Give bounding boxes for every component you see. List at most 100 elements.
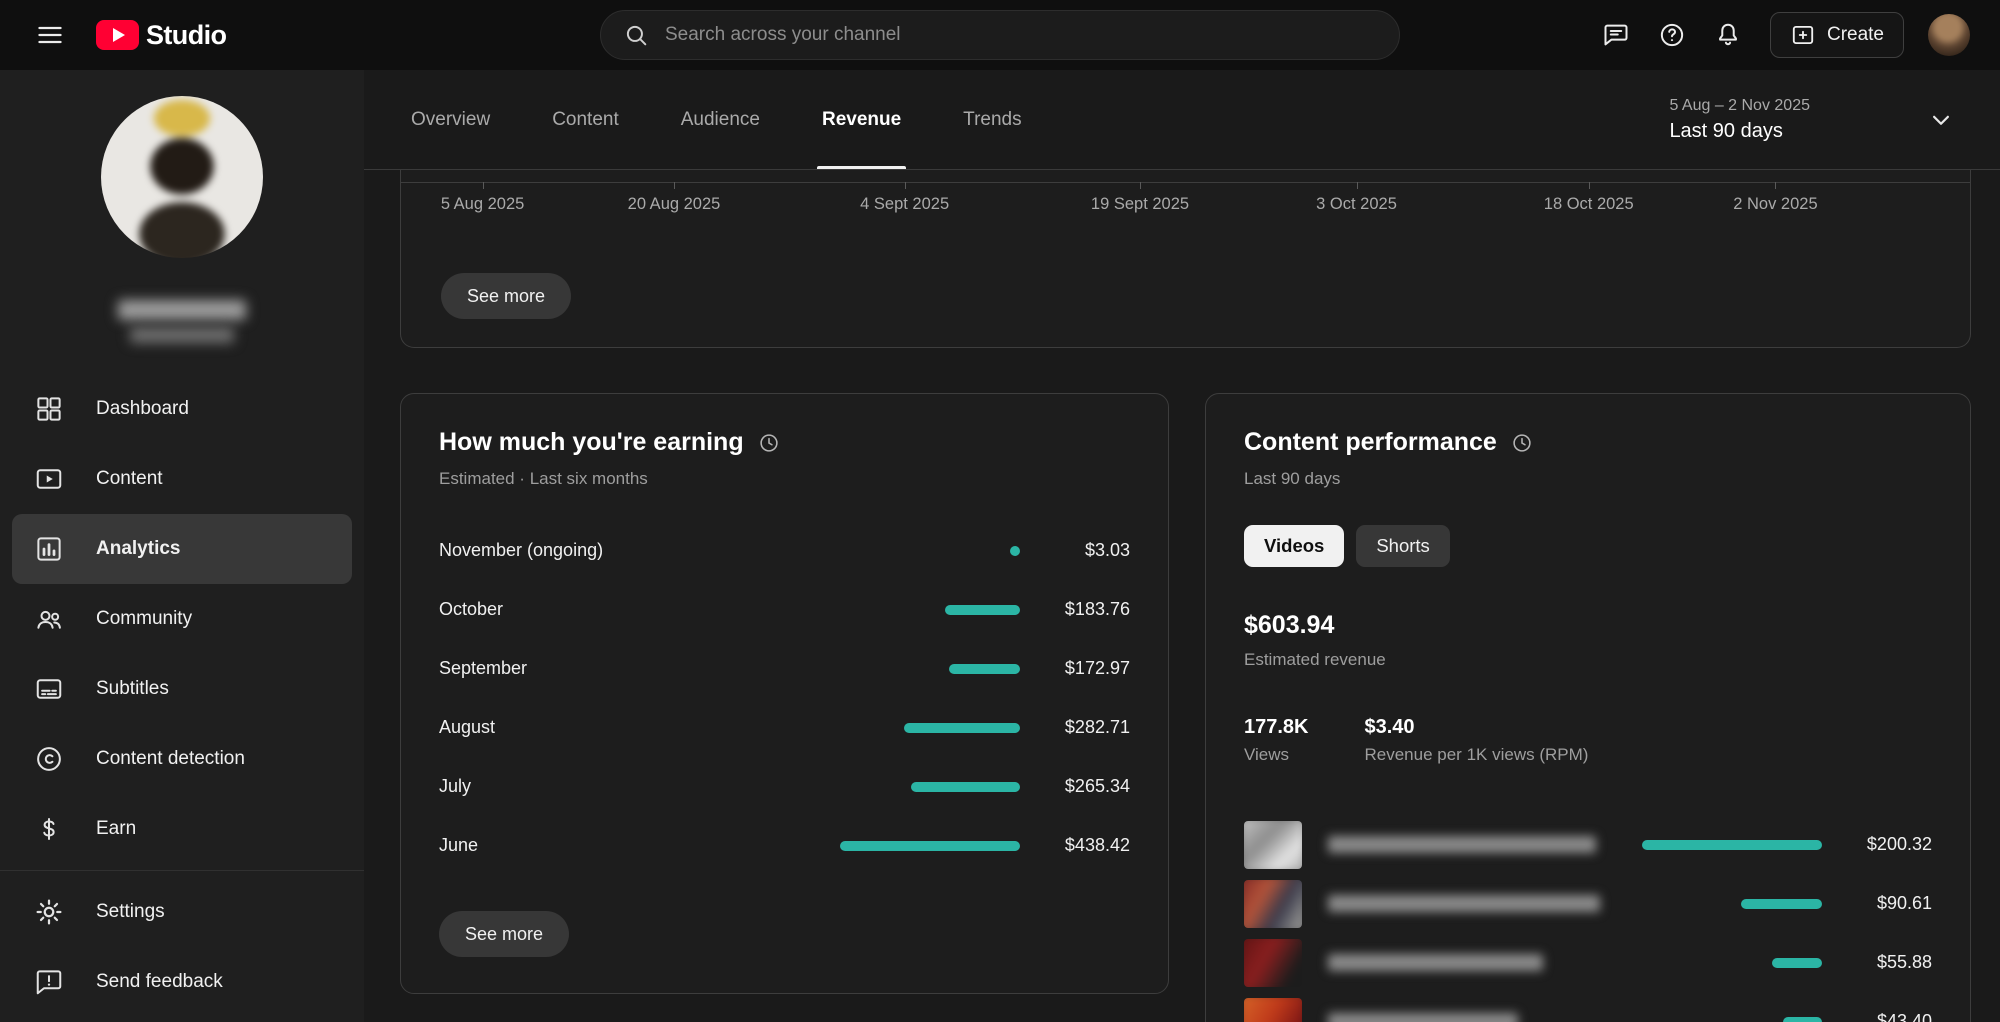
month-label: July [439,776,471,797]
toggle-videos-button[interactable]: Videos [1244,525,1344,567]
sidebar-item-send-feedback[interactable]: Send feedback [12,947,352,1017]
rpm-value: $3.40 [1365,716,1589,739]
axis-tick [1589,182,1590,189]
analytics-icon [34,534,64,564]
sidebar-item-community[interactable]: Community [12,584,352,654]
video-revenue-value: $43.40 [1836,1011,1932,1022]
rpm-label: Revenue per 1K views (RPM) [1365,745,1589,765]
views-stat: 177.8K Views [1244,716,1309,765]
content-icon [34,464,64,494]
see-more-button[interactable]: See more [439,911,569,957]
performance-card-subtitle: Last 90 days [1244,469,1932,489]
sidebar-item-content-detection[interactable]: Content detection [12,724,352,794]
views-value: 177.8K [1244,716,1309,739]
create-button[interactable]: Create [1770,12,1904,58]
bar-track [1642,958,1822,968]
sidebar-item-settings[interactable]: Settings [12,877,352,947]
feedback-bubble-icon[interactable] [1594,13,1638,57]
dashboard-icon [34,394,64,424]
estimated-revenue-label: Estimated revenue [1244,650,1932,670]
studio-logo-text: Studio [146,20,226,51]
see-more-button[interactable]: See more [441,273,571,319]
tab-trends[interactable]: Trends [963,70,1021,169]
video-title-redacted [1328,895,1600,912]
bar-track [840,605,1020,615]
hamburger-menu-icon[interactable] [28,13,72,57]
bar-track [840,723,1020,733]
earnings-bar [904,723,1020,733]
toggle-shorts-button[interactable]: Shorts [1356,525,1449,567]
video-row[interactable]: $200.32 [1244,815,1932,874]
x-axis-label: 19 Sept 2025 [1091,195,1189,214]
video-row[interactable]: $55.88 [1244,933,1932,992]
month-label: October [439,599,503,620]
tab-revenue[interactable]: Revenue [822,70,901,169]
account-avatar[interactable] [1928,14,1970,56]
youtube-studio-analytics-page: { "colors": { "accent": "#2bb5a5", "bran… [0,0,2000,1022]
sidebar-item-earn[interactable]: Earn [12,794,352,864]
video-revenue-value: $90.61 [1836,893,1932,914]
sidebar-item-content[interactable]: Content [12,444,352,514]
month-label: June [439,835,478,856]
performance-card-title: Content performance [1244,428,1497,457]
sidebar-item-subtitles[interactable]: Subtitles [12,654,352,724]
earnings-bar [840,841,1020,851]
studio-logo[interactable]: Studio [96,20,226,51]
earnings-row: July $265.34 [439,757,1130,816]
sidebar-nav: Dashboard Content Analytics [0,374,364,1017]
channel-avatar[interactable] [101,96,263,258]
x-axis-label: 3 Oct 2025 [1316,195,1397,214]
topbar-actions: Create [1594,12,2000,58]
earnings-card-title: How much you're earning [439,428,744,457]
search-input[interactable] [665,24,1377,46]
earnings-row: June $438.42 [439,816,1130,875]
notifications-bell-icon[interactable] [1706,13,1750,57]
date-preset-text: Last 90 days [1669,120,1810,143]
tab-content[interactable]: Content [552,70,619,169]
video-row[interactable]: $90.61 [1244,874,1932,933]
sidebar-item-dashboard[interactable]: Dashboard [12,374,352,444]
bar-track [840,841,1020,851]
sidebar-item-label: Subtitles [96,678,169,700]
sidebar-divider [0,870,364,871]
videos-shorts-toggle: Videos Shorts [1244,525,1932,567]
month-label: November (ongoing) [439,540,603,561]
revenue-chart-card: 5 Aug 2025 20 Aug 2025 4 Sept 2025 19 Se… [400,170,1971,348]
earnings-row: October $183.76 [439,580,1130,639]
video-revenue-bar [1642,840,1822,850]
earnings-value: $183.76 [1034,599,1130,620]
x-axis-label: 2 Nov 2025 [1733,195,1817,214]
earnings-row: September $172.97 [439,639,1130,698]
video-title-redacted [1328,1013,1518,1022]
sidebar-item-analytics[interactable]: Analytics [12,514,352,584]
earnings-row: August $282.71 [439,698,1130,757]
earnings-row: November (ongoing) $3.03 [439,521,1130,580]
video-title-redacted [1328,836,1596,853]
date-range-picker[interactable]: 5 Aug – 2 Nov 2025 Last 90 days [1669,97,1810,143]
video-thumbnail [1244,821,1302,869]
sidebar-item-label: Community [96,608,192,630]
dollar-icon [34,814,64,844]
sidebar-item-label: Earn [96,818,136,840]
earnings-value: $172.97 [1034,658,1130,679]
rpm-stat: $3.40 Revenue per 1K views (RPM) [1365,716,1589,765]
chart-x-axis [401,182,1970,183]
tab-audience[interactable]: Audience [681,70,760,169]
sidebar-item-label: Settings [96,901,165,923]
earnings-bar [945,605,1020,615]
video-revenue-value: $200.32 [1836,834,1932,855]
bar-track [840,782,1020,792]
tab-overview[interactable]: Overview [411,70,490,169]
sidebar-item-label: Content [96,468,163,490]
video-row[interactable]: $43.40 [1244,992,1932,1022]
sidebar-item-label: Analytics [96,538,180,560]
chevron-down-icon[interactable] [1926,105,1956,135]
search-icon [623,22,649,48]
account-avatar-image [1928,14,1970,56]
sidebar: Dashboard Content Analytics [0,70,364,1022]
earnings-card: How much you're earning Estimated · Last… [400,393,1169,994]
bar-track [1642,899,1822,909]
sidebar-item-label: Dashboard [96,398,189,420]
x-axis-label: 4 Sept 2025 [860,195,949,214]
help-icon[interactable] [1650,13,1694,57]
